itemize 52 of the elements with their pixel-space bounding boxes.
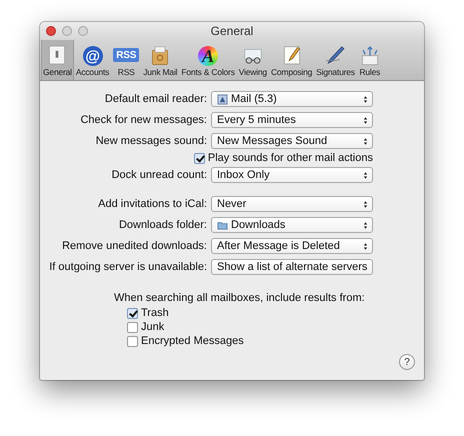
color-wheel-icon: A: [198, 46, 218, 66]
popup-menu[interactable]: Every 5 minutes: [211, 112, 373, 128]
popup-menu[interactable]: Show a list of alternate servers: [211, 259, 373, 275]
checkbox-option[interactable]: Trash: [127, 307, 169, 319]
updown-arrows-icon: [363, 200, 368, 208]
search-heading: When searching all mailboxes, include results from:: [114, 292, 365, 304]
popup-menu[interactable]: Never: [211, 196, 373, 212]
zoom-button[interactable]: [78, 26, 88, 36]
folder-icon: [217, 220, 228, 230]
setting-label: Downloads folder:: [118, 219, 207, 231]
checkbox[interactable]: [127, 308, 138, 318]
setting-label: If outgoing server is unavailable:: [48, 261, 207, 273]
popup-menu[interactable]: New Messages Sound: [211, 133, 373, 149]
checkbox[interactable]: [127, 322, 138, 332]
updown-arrows-icon: [363, 242, 368, 250]
rss-icon: RSS: [113, 48, 140, 62]
checkbox[interactable]: [127, 336, 138, 346]
toolbar-tab[interactable]: Junk Mail: [141, 40, 180, 80]
toolbar-tab[interactable]: Signatures: [314, 40, 357, 80]
at-sign-icon: @: [82, 46, 103, 66]
setting-label: Check for new messages:: [79, 114, 207, 126]
checkbox-option[interactable]: Encrypted Messages: [127, 335, 244, 347]
toolbar-tab[interactable]: RSS RSS: [111, 40, 142, 80]
popup-menu[interactable]: Mail (5.3): [211, 91, 373, 107]
updown-arrows-icon: [363, 220, 368, 230]
updown-arrows-icon: [363, 136, 368, 146]
setting-label: Dock unread count:: [110, 169, 207, 181]
toolbar-tab[interactable]: Viewing: [236, 40, 269, 80]
toolbar-tab[interactable]: @ Accounts: [74, 40, 112, 80]
setting-label: Default email reader:: [104, 93, 207, 105]
help-button[interactable]: ?: [399, 354, 415, 370]
close-button[interactable]: [46, 26, 56, 36]
toolbar-tab[interactable]: Rules: [356, 40, 383, 80]
checkbox[interactable]: [194, 152, 205, 164]
updown-arrows-icon: [363, 170, 368, 180]
popup-menu[interactable]: Downloads: [211, 217, 373, 233]
toolbar-tab[interactable]: A Fonts & Colors: [179, 40, 237, 80]
setting-label: New messages sound:: [94, 135, 207, 147]
updown-arrows-icon: [363, 116, 368, 124]
stamp-icon: [217, 94, 228, 104]
checkbox-option[interactable]: Play sounds for other mail actions: [194, 152, 373, 164]
minimize-button[interactable]: [62, 26, 72, 36]
popup-menu[interactable]: After Message is Deleted: [211, 238, 373, 254]
setting-label: Remove unedited downloads:: [61, 240, 207, 252]
toolbar-tab[interactable]: General: [41, 40, 74, 80]
setting-label: Add invitations to iCal:: [97, 198, 207, 210]
updown-arrows-icon: [363, 94, 368, 104]
checkbox-option[interactable]: Junk: [127, 321, 164, 333]
pen-icon: [324, 44, 346, 66]
window-title: General: [210, 24, 254, 38]
toolbar-tab[interactable]: Composing: [268, 40, 314, 80]
popup-menu[interactable]: Inbox Only: [211, 167, 373, 183]
